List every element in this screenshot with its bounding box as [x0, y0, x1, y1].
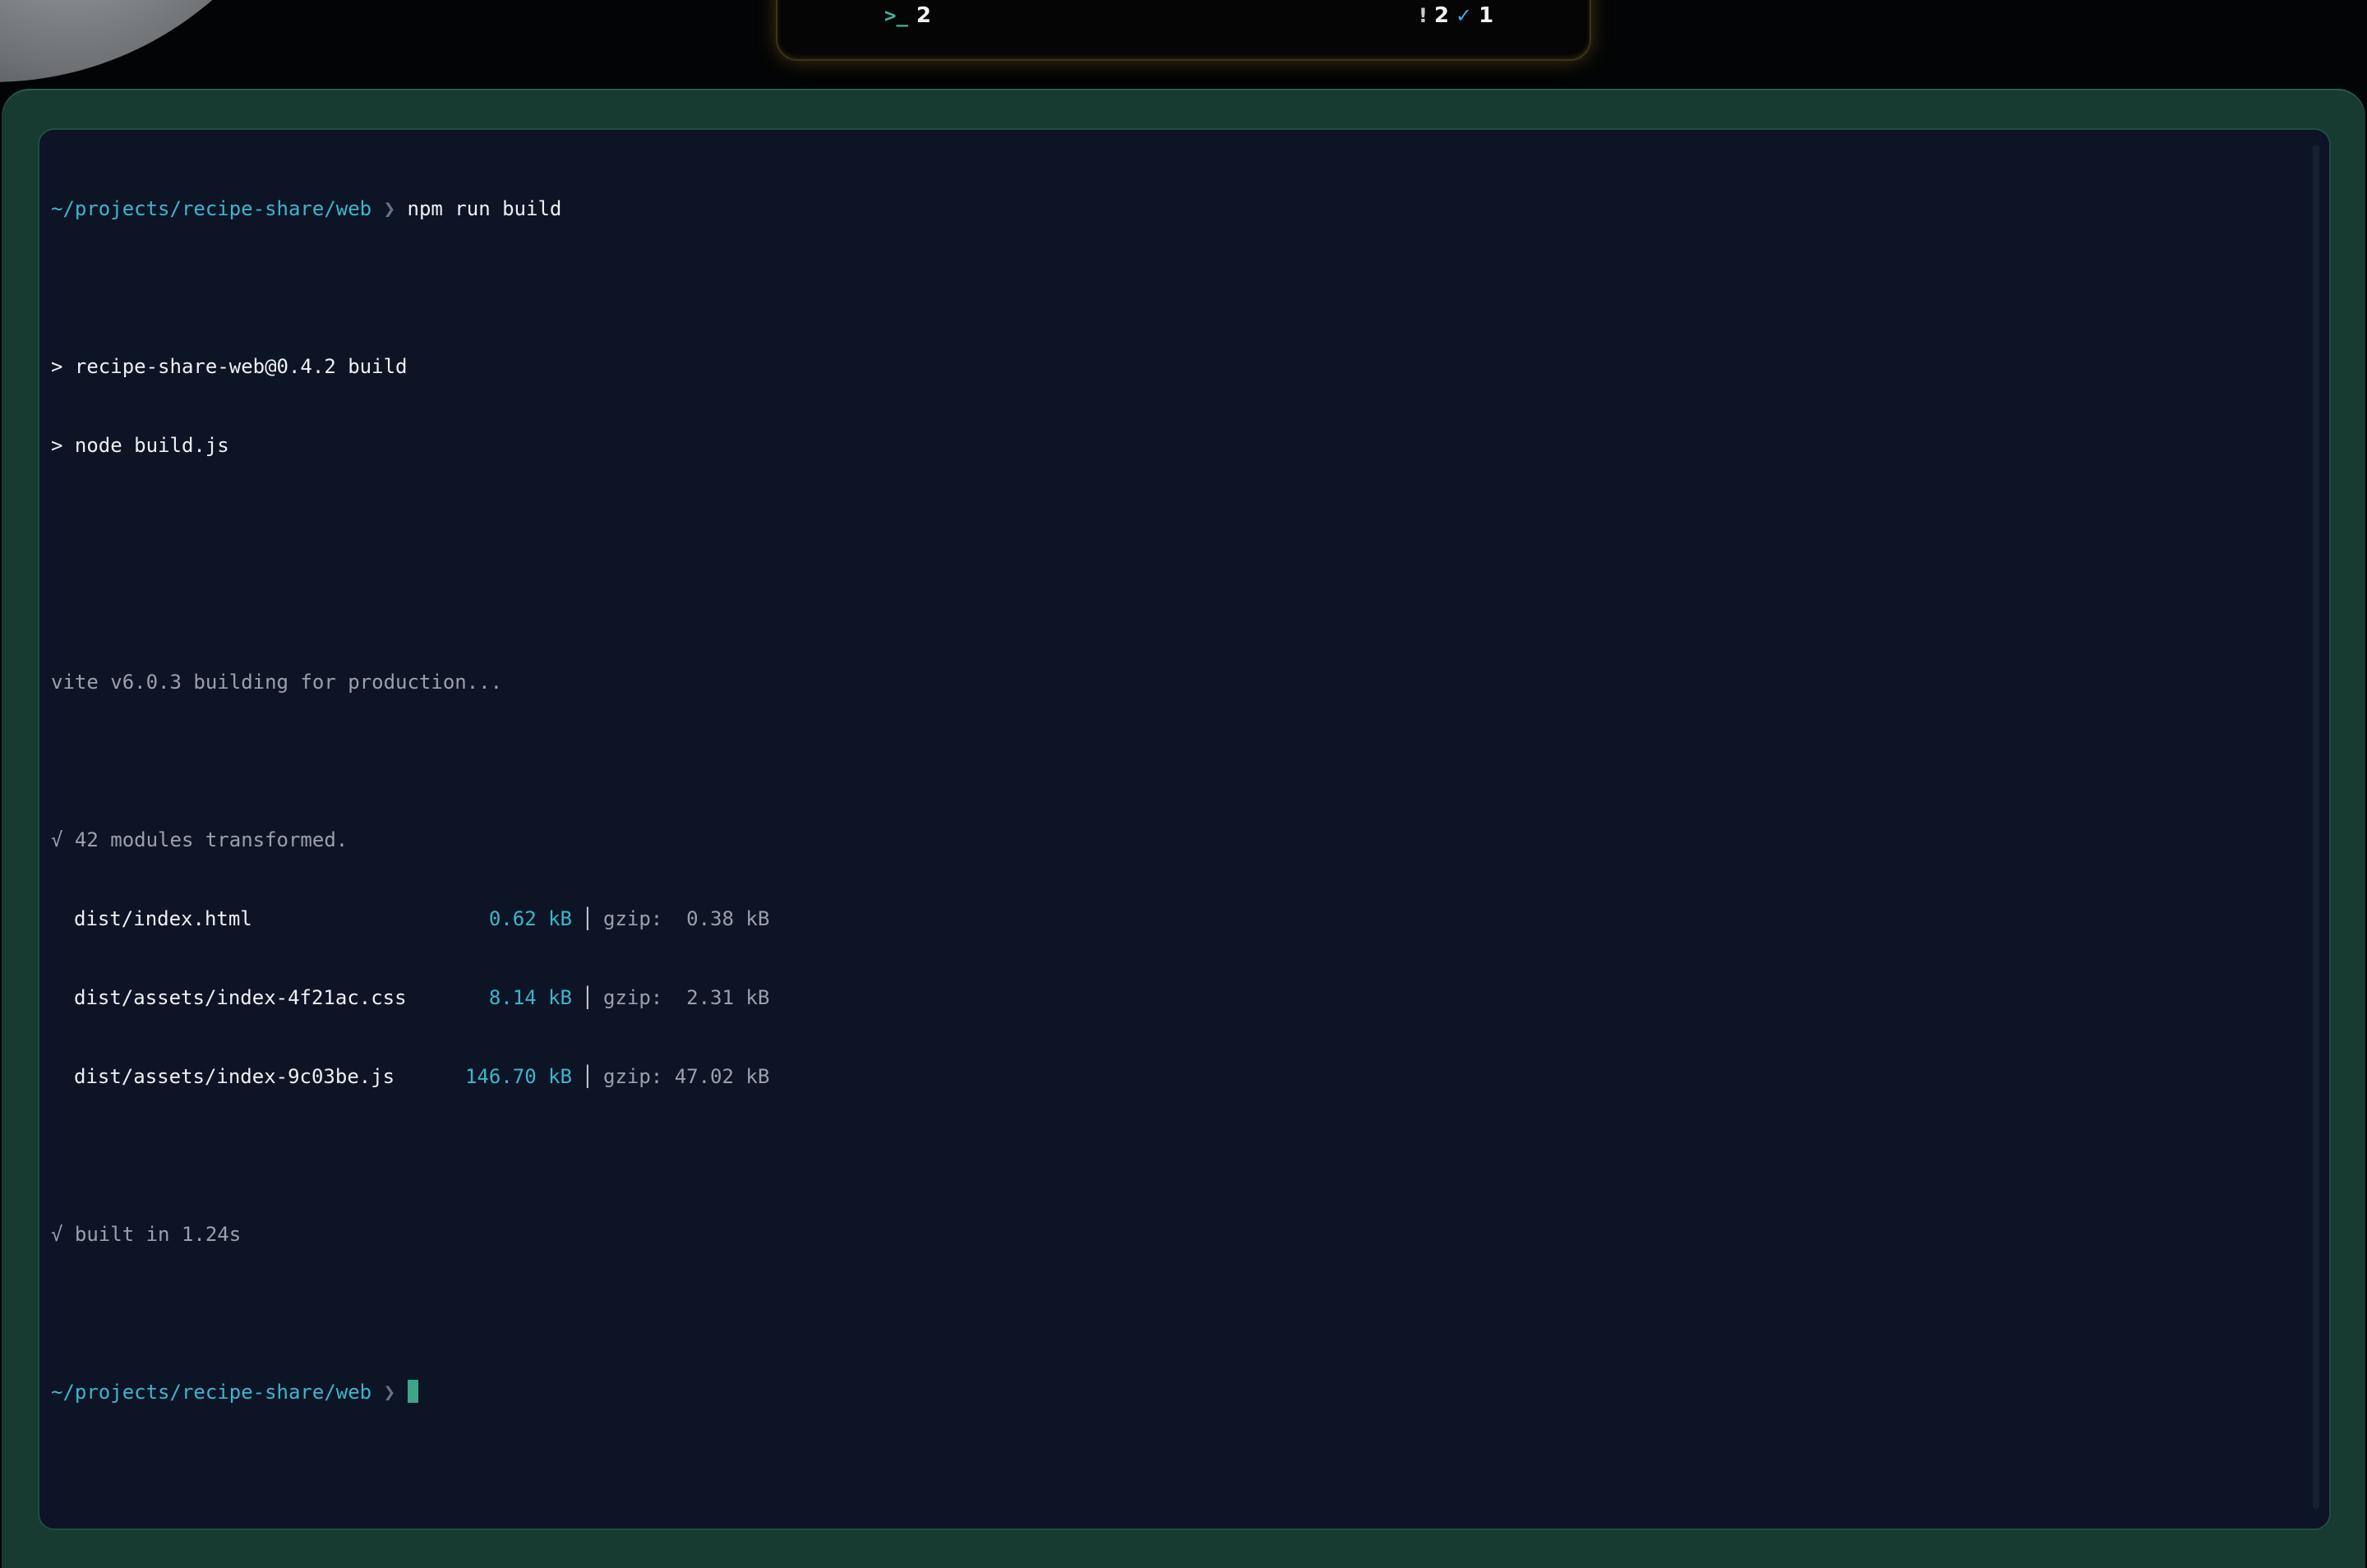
output-file: dist/assets/index-9c03be.js: [74, 1065, 395, 1088]
output-gzip: gzip: 0.38 kB: [603, 907, 770, 930]
terminal-icon: >_: [884, 4, 908, 27]
output-row: dist/assets/index-9c03be.js 146.70 kB │ gzi…: [51, 1063, 769, 1090]
command-text: npm run build: [407, 197, 562, 220]
prompt-caret: ❯: [383, 197, 396, 220]
output-separator: │: [581, 907, 594, 930]
prompt-path: ~/projects/recipe-share/web: [51, 197, 372, 220]
output-file: dist/assets/index-4f21ac.css: [74, 986, 407, 1009]
terminal-window[interactable]: ~/projects/recipe-share/web ❯ npm run bu…: [2, 89, 2365, 1568]
terminal-sessions-indicator[interactable]: >_ 2: [884, 3, 931, 28]
prompt-caret: ❯: [383, 1381, 396, 1404]
output-size: 0.62 kB: [488, 907, 572, 930]
vite-status-line: vite v6.0.3 building for production...: [51, 671, 503, 694]
script-line: > node build.js: [51, 434, 229, 457]
terminal-sessions-count: 2: [916, 3, 931, 28]
prompt-path: ~/projects/recipe-share/web: [51, 1381, 372, 1404]
output-size: 146.70 kB: [464, 1065, 572, 1088]
check-icon: ✓: [1456, 4, 1473, 27]
wallpaper: [0, 0, 329, 90]
command-line: ~/projects/recipe-share/web ❯ npm run bu…: [51, 196, 769, 222]
output-separator: │: [581, 986, 594, 1009]
wallpaper-arc: [0, 0, 329, 82]
built-line: √ built in 1.24s: [51, 1223, 242, 1246]
desktop: >_ 2 ! 2 ✓ 1 ~/projects/recipe-share/web…: [0, 0, 2367, 1568]
output-gzip: gzip: 47.02 kB: [603, 1065, 770, 1088]
status-notch[interactable]: >_ 2 ! 2 ✓ 1: [776, 0, 1591, 61]
script-line: > recipe-share-web@0.4.2 build: [51, 355, 408, 378]
warning-count: 2: [1433, 3, 1450, 28]
transformed-line: √ 42 modules transformed.: [51, 828, 348, 851]
active-prompt-line[interactable]: ~/projects/recipe-share/web ❯: [51, 1379, 769, 1405]
scrollbar[interactable]: [2313, 145, 2319, 1509]
output-size: 8.14 kB: [488, 986, 572, 1009]
output-row: dist/assets/index-4f21ac.css 8.14 kB │ gzip…: [51, 985, 769, 1011]
output-separator: │: [581, 1065, 594, 1088]
text-cursor[interactable]: [407, 1380, 418, 1403]
terminal-output[interactable]: ~/projects/recipe-share/web ❯ npm run bu…: [51, 143, 769, 1458]
warning-icon: !: [1419, 4, 1428, 27]
output-file: dist/index.html: [74, 907, 252, 930]
output-gzip: gzip: 2.31 kB: [603, 986, 770, 1009]
check-count: 1: [1479, 3, 1494, 28]
output-row: dist/index.html 0.62 kB │ gzip: 0.38 kB: [51, 906, 769, 932]
task-status-indicator[interactable]: ! 2 ✓ 1: [1419, 3, 1493, 28]
terminal-pane[interactable]: ~/projects/recipe-share/web ❯ npm run bu…: [38, 128, 2331, 1530]
